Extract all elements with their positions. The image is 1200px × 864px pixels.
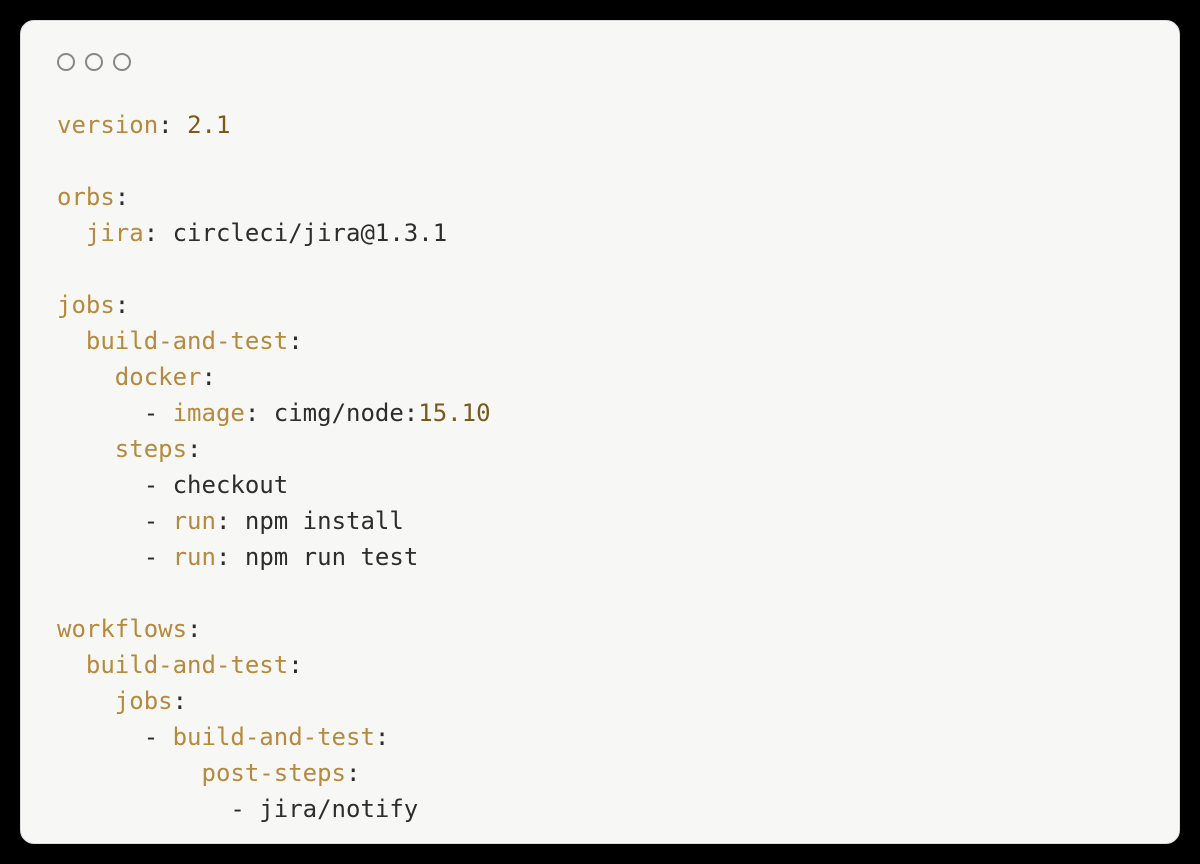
colon: : xyxy=(288,651,302,679)
yaml-key: jobs xyxy=(115,687,173,715)
yaml-value: npm run test xyxy=(245,543,418,571)
colon: : xyxy=(144,219,173,247)
yaml-key: post-steps xyxy=(202,759,347,787)
colon: : xyxy=(216,543,245,571)
yaml-key: docker xyxy=(115,363,202,391)
yaml-number: 15.10 xyxy=(418,399,490,427)
colon: : xyxy=(115,291,129,319)
colon: : xyxy=(375,723,389,751)
colon: : xyxy=(216,507,245,535)
dash: - xyxy=(144,399,173,427)
colon: : xyxy=(288,327,302,355)
yaml-key: jira xyxy=(86,219,144,247)
window-dot xyxy=(57,53,75,71)
yaml-key: workflows xyxy=(57,615,187,643)
yaml-key: build-and-test xyxy=(173,723,375,751)
colon: : xyxy=(158,111,187,139)
yaml-key: image xyxy=(173,399,245,427)
window-dot xyxy=(85,53,103,71)
window-dot xyxy=(113,53,131,71)
yaml-value: checkout xyxy=(173,471,289,499)
yaml-key: run xyxy=(173,507,216,535)
yaml-number: 2.1 xyxy=(187,111,230,139)
yaml-value: circleci/jira@1.3.1 xyxy=(173,219,448,247)
colon: : xyxy=(245,399,274,427)
colon: : xyxy=(202,363,216,391)
yaml-key: run xyxy=(173,543,216,571)
yaml-key: jobs xyxy=(57,291,115,319)
window-dots xyxy=(57,53,1143,71)
dash: - xyxy=(144,543,173,571)
colon: : xyxy=(187,435,201,463)
yaml-value: jira/notify xyxy=(259,795,418,823)
yaml-key: build-and-test xyxy=(86,651,288,679)
dash: - xyxy=(230,795,259,823)
dash: - xyxy=(144,471,173,499)
code-window: version: 2.1 orbs: jira: circleci/jira@1… xyxy=(20,20,1180,844)
yaml-key: build-and-test xyxy=(86,327,288,355)
yaml-value: cimg/node: xyxy=(274,399,419,427)
yaml-value: npm install xyxy=(245,507,404,535)
yaml-key: version xyxy=(57,111,158,139)
colon: : xyxy=(346,759,360,787)
yaml-key: orbs xyxy=(57,183,115,211)
colon: : xyxy=(187,615,201,643)
colon: : xyxy=(115,183,129,211)
code-block: version: 2.1 orbs: jira: circleci/jira@1… xyxy=(57,107,1143,827)
colon: : xyxy=(173,687,187,715)
yaml-key: steps xyxy=(115,435,187,463)
dash: - xyxy=(144,507,173,535)
dash: - xyxy=(144,723,173,751)
